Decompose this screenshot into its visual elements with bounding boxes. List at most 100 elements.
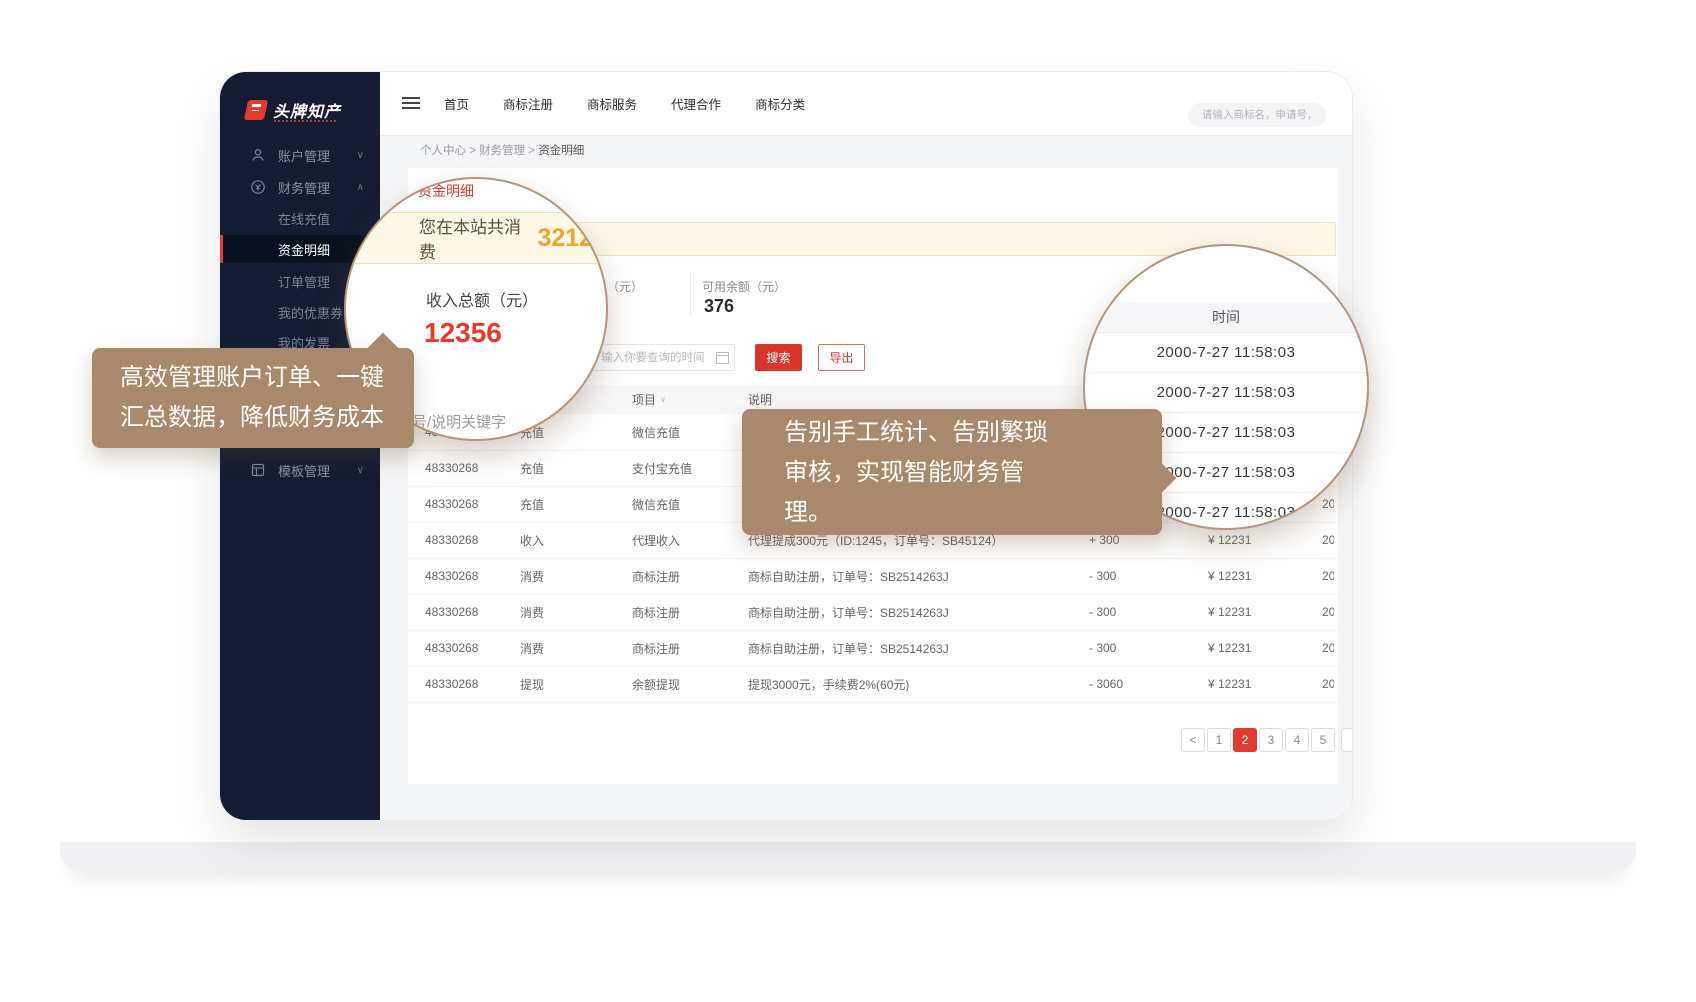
cell-project: 商标注册 — [632, 630, 680, 666]
magnified-time-row: 2000-7-27 11:58:03 — [1085, 372, 1367, 413]
brand-logo-subline — [274, 120, 336, 122]
brand-logo-icon — [244, 100, 268, 120]
sidebar-item-label: 账户管理 — [278, 146, 330, 165]
chevron-up-icon: ∧ — [357, 182, 364, 193]
sidebar-item-label: 财务管理 — [278, 178, 330, 197]
date-query-input[interactable] — [590, 344, 735, 371]
table-row: 48330268 消费 商标注册 商标自助注册，订单号：SB2514263J -… — [408, 558, 1338, 595]
pagination-page-5[interactable]: 5 — [1311, 728, 1335, 752]
cell-balance: ¥ 12231 — [1208, 630, 1251, 666]
cell-amount: - 300 — [1089, 630, 1116, 666]
chevron-down-icon: ∨ — [357, 150, 364, 161]
cell-time: 2000-7-27 11:58:03 — [1322, 666, 1334, 702]
sidebar-item-finance[interactable]: 财务管理 ∧ — [220, 173, 380, 201]
cell-time: 2000-7-27 11:58:03 — [1322, 558, 1334, 594]
breadcrumb: 个人中心 > 财务管理 > 资金明细 — [420, 142, 584, 158]
nav-item-home[interactable]: 首页 — [444, 94, 469, 113]
cell-order: 48330268 — [425, 630, 478, 666]
cell-order: 48330268 — [425, 450, 478, 486]
cell-order: 48330268 — [425, 594, 478, 630]
sidebar-item-label: 模板管理 — [278, 461, 330, 480]
cell-balance: ¥ 12231 — [1208, 666, 1251, 702]
breadcrumb-prefix: 个人中心 > 财务管理 > — [420, 145, 538, 157]
cell-type: 收入 — [520, 522, 544, 558]
cell-type: 消费 — [520, 558, 544, 594]
sidebar-item-account[interactable]: 账户管理 ∨ — [220, 141, 380, 169]
pagination-page-1[interactable]: 1 — [1207, 728, 1231, 752]
breadcrumb-current: 资金明细 — [538, 145, 584, 157]
cell-balance: ¥ 12231 — [1208, 558, 1251, 594]
pagination-page-4[interactable]: 4 — [1285, 728, 1309, 752]
brand-logo: 头牌知产 — [246, 98, 341, 122]
pagination-next-button[interactable] — [1341, 728, 1352, 752]
brand-name: 头牌知产 — [273, 98, 341, 122]
cell-project: 代理收入 — [632, 522, 680, 558]
callout-left: 高效管理账户订单、一键 汇总数据，降低财务成本 — [92, 348, 414, 448]
pagination-page-3[interactable]: 3 — [1259, 728, 1283, 752]
callout-text-line: 汇总数据，降低财务成本 — [120, 398, 414, 438]
cell-project: 微信充值 — [632, 486, 680, 522]
cell-type: 充值 — [520, 450, 544, 486]
nav-item-trademark-register[interactable]: 商标注册 — [503, 94, 553, 113]
cell-time: 2000-7-27 11:58:03 — [1322, 630, 1334, 666]
cell-project: 商标注册 — [632, 594, 680, 630]
template-icon — [250, 462, 266, 478]
calendar-icon — [716, 352, 729, 364]
cell-order: 48330268 — [425, 558, 478, 594]
callout-text-line: 高效管理账户订单、一键 — [120, 358, 414, 398]
cell-balance: ¥ 12231 — [1208, 594, 1251, 630]
page: 头牌知产 账户管理 ∨ 财务管理 ∧ 在线充值 资金明细 订单管理 — [0, 0, 1696, 1002]
export-button[interactable]: 导出 — [818, 344, 865, 371]
sort-caret-icon: ∨ — [660, 395, 666, 404]
cell-project: 微信充值 — [632, 414, 680, 450]
magnified-income-label: 收入总额（元） — [426, 287, 538, 311]
sidebar-item-template[interactable]: 模板管理 ∨ — [220, 456, 380, 484]
nav-item-agent-cooperation[interactable]: 代理合作 — [671, 94, 721, 113]
cell-order: 48330268 — [425, 522, 478, 558]
pagination-prev-button[interactable]: < — [1181, 728, 1205, 752]
magnified-income-value: 12356 — [424, 317, 502, 349]
magnified-banner: 您在本站共消费 32124 — [344, 212, 608, 264]
table-row: 48330268 提现 余额提现 提现3000元，手续费2%(60元) - 30… — [408, 666, 1338, 703]
sidebar-item-label: 我的优惠券 — [278, 303, 343, 322]
cell-amount: - 300 — [1089, 558, 1116, 594]
cell-desc: 商标自助注册，订单号：SB2514263J — [748, 594, 949, 630]
user-icon — [250, 147, 266, 163]
cell-amount: - 3060 — [1089, 666, 1123, 702]
magnified-time-header: 时间 — [1085, 302, 1367, 333]
callout-text-line: 告别手工统计、告别繁琐 — [784, 413, 1162, 453]
pagination-page-2[interactable]: 2 — [1233, 728, 1257, 752]
nav-item-trademark-category[interactable]: 商标分类 — [755, 94, 805, 113]
top-bar: 首页 商标注册 商标服务 代理合作 商标分类 — [380, 72, 1352, 136]
cell-order: 48330268 — [425, 666, 478, 702]
cell-project: 商标注册 — [632, 558, 680, 594]
cell-order: 48330268 — [425, 486, 478, 522]
magnified-tab-label: 资金明细 — [418, 181, 474, 201]
table-row: 48330268 消费 商标注册 商标自助注册，订单号：SB2514263J -… — [408, 594, 1338, 631]
cell-amount: - 300 — [1089, 594, 1116, 630]
stat-balance-label: 可用余额（元） — [702, 278, 786, 295]
table-row: 48330268 消费 商标注册 商标自助注册，订单号：SB2514263J -… — [408, 630, 1338, 667]
nav-item-trademark-service[interactable]: 商标服务 — [587, 94, 637, 113]
sidebar-item-label: 订单管理 — [278, 272, 330, 291]
cell-project: 支付宝充值 — [632, 450, 692, 486]
finance-icon — [250, 179, 266, 195]
chevron-down-icon: ∨ — [357, 465, 364, 476]
hamburger-menu-icon[interactable] — [402, 97, 420, 99]
cell-desc: 商标自助注册，订单号：SB2514263J — [748, 630, 949, 666]
col-project[interactable]: 项目∨ — [632, 385, 666, 414]
magnified-banner-amount: 32124 — [537, 224, 607, 253]
cell-project: 余额提现 — [632, 666, 680, 702]
magnified-time-row: 2000-7-27 11:58:03 — [1085, 332, 1367, 373]
magnified-banner-prefix: 您在本站共消费 — [419, 213, 529, 263]
search-input[interactable] — [1188, 103, 1326, 127]
cell-desc: 提现3000元，手续费2%(60元) — [748, 666, 909, 702]
callout-text-line: 审核，实现智能财务管 — [784, 453, 1162, 493]
stat-balance-value: 376 — [704, 296, 734, 317]
search-button[interactable]: 搜索 — [755, 344, 802, 371]
laptop-base — [60, 842, 1636, 870]
stat-expense-label: （元） — [607, 278, 643, 295]
pagination: < 1 2 3 4 5 — [408, 728, 1352, 752]
cell-type: 消费 — [520, 630, 544, 666]
cell-type: 消费 — [520, 594, 544, 630]
